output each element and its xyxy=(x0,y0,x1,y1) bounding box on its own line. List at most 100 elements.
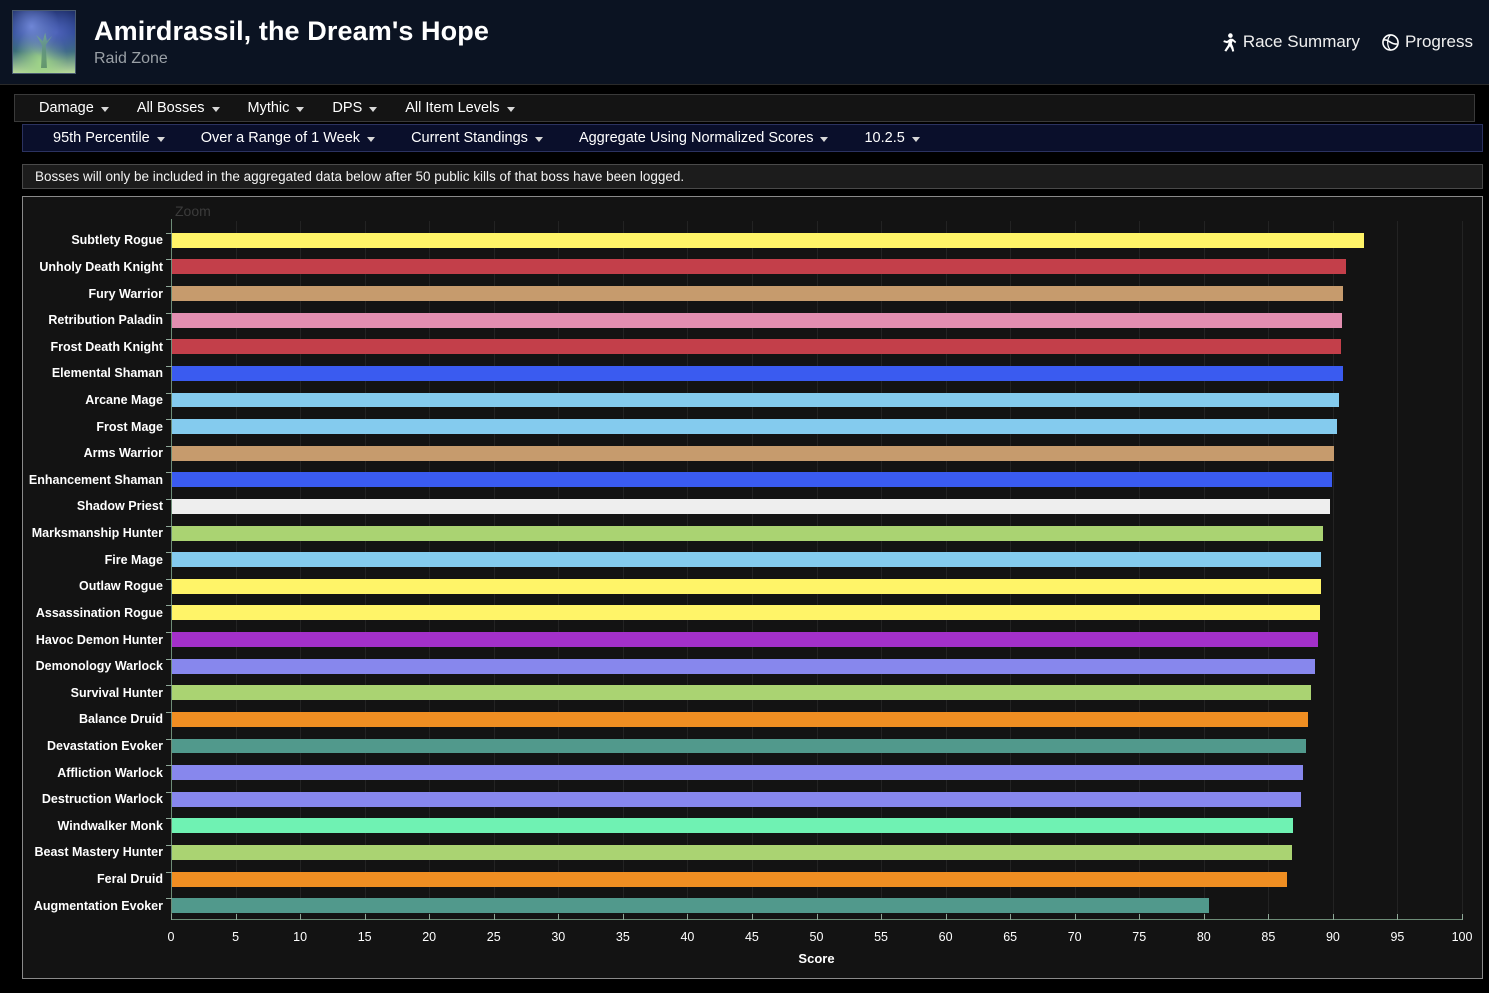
bar-row[interactable]: Havoc Demon Hunter xyxy=(36,626,1462,653)
bar[interactable] xyxy=(172,791,1301,807)
race-summary-link[interactable]: Race Summary xyxy=(1222,32,1360,52)
bar[interactable] xyxy=(172,525,1323,541)
bar[interactable] xyxy=(172,711,1309,727)
x-tick xyxy=(816,914,818,920)
bar[interactable] xyxy=(172,392,1340,408)
x-tick-label: 90 xyxy=(1325,930,1340,944)
chevron-down-icon xyxy=(506,106,515,112)
bar-row[interactable]: Fury Warrior xyxy=(88,280,1462,307)
page-root: Amirdrassil, the Dream's Hope Raid Zone … xyxy=(0,0,1489,993)
globe-icon xyxy=(1382,33,1399,51)
bar[interactable] xyxy=(172,898,1210,914)
bar[interactable] xyxy=(172,498,1331,514)
gridline xyxy=(1462,221,1463,920)
bar-row[interactable]: Destruction Warlock xyxy=(42,786,1462,813)
x-tick-label: 0 xyxy=(167,930,175,944)
bar[interactable] xyxy=(172,232,1364,248)
y-axis-label: Affliction Warlock xyxy=(57,765,163,780)
filter-metric[interactable]: DPS xyxy=(318,100,391,116)
bar-row[interactable]: Outlaw Rogue xyxy=(79,573,1462,600)
filter-aggregation[interactable]: Aggregate Using Normalized Scores xyxy=(561,130,847,146)
filter-patch-version-label: 10.2.5 xyxy=(864,130,905,146)
filter-all-bosses-label: All Bosses xyxy=(136,100,205,116)
bar-row[interactable]: Enhancement Shaman xyxy=(29,467,1462,494)
progress-link[interactable]: Progress xyxy=(1382,32,1473,52)
bar-row[interactable]: Devastation Evoker xyxy=(47,733,1462,760)
filter-damage[interactable]: Damage xyxy=(25,100,123,116)
bar[interactable] xyxy=(172,472,1332,488)
bar[interactable] xyxy=(172,871,1287,887)
x-tick-label: 20 xyxy=(422,930,437,944)
race-summary-label: Race Summary xyxy=(1242,32,1360,51)
y-tick xyxy=(166,791,172,793)
bar[interactable] xyxy=(172,259,1346,275)
bar-row[interactable]: Frost Death Knight xyxy=(51,333,1462,360)
x-tick xyxy=(171,914,172,920)
bar[interactable] xyxy=(172,365,1344,381)
filter-aggregation-label: Aggregate Using Normalized Scores xyxy=(578,130,814,146)
y-tick xyxy=(166,871,172,873)
aggregation-notice-text: Bosses will only be included in the aggr… xyxy=(35,169,685,184)
bar[interactable] xyxy=(172,844,1292,860)
x-tick xyxy=(1074,914,1076,920)
filter-patch-version[interactable]: 10.2.5 xyxy=(846,130,937,146)
bar-row[interactable]: Unholy Death Knight xyxy=(39,254,1462,281)
bar-row[interactable]: Demonology Warlock xyxy=(36,653,1462,680)
x-tick-label: 10 xyxy=(293,930,308,944)
x-tick-label: 60 xyxy=(938,930,953,944)
filter-item-levels[interactable]: All Item Levels xyxy=(391,100,528,116)
bar-row[interactable]: Retribution Paladin xyxy=(48,307,1462,334)
y-axis-label: Survival Hunter xyxy=(70,685,163,700)
y-tick xyxy=(166,552,172,554)
filter-standings-label: Current Standings xyxy=(411,130,528,146)
bar-row[interactable]: Feral Druid xyxy=(97,866,1462,893)
bar[interactable] xyxy=(172,312,1343,328)
raid-zone-thumbnail xyxy=(12,10,76,74)
y-axis-label: Destruction Warlock xyxy=(41,791,163,806)
bar[interactable] xyxy=(172,578,1322,594)
y-tick xyxy=(166,765,172,767)
bar[interactable] xyxy=(172,445,1335,461)
filter-difficulty[interactable]: Mythic xyxy=(234,100,319,116)
bar[interactable] xyxy=(172,339,1341,355)
bar-row[interactable]: Balance Druid xyxy=(79,706,1462,733)
bar[interactable] xyxy=(172,658,1315,674)
bar[interactable] xyxy=(172,765,1304,781)
bar-row[interactable]: Elemental Shaman xyxy=(52,360,1462,387)
bar-row[interactable]: Survival Hunter xyxy=(71,679,1462,706)
x-tick xyxy=(1139,914,1141,920)
bar[interactable] xyxy=(172,605,1321,621)
bar[interactable] xyxy=(172,632,1318,647)
bar-row[interactable]: Frost Mage xyxy=(96,413,1462,440)
bar[interactable] xyxy=(172,419,1337,435)
bar-row[interactable]: Subtlety Rogue xyxy=(71,227,1462,254)
x-tick-label: 75 xyxy=(1132,930,1147,944)
zone-title-block: Amirdrassil, the Dream's Hope Raid Zone xyxy=(94,15,489,70)
y-axis-label: Arcane Mage xyxy=(85,392,163,407)
bar-row[interactable]: Affliction Warlock xyxy=(57,759,1462,786)
bar-row[interactable]: Shadow Priest xyxy=(77,493,1462,520)
filter-percentile[interactable]: 95th Percentile xyxy=(35,130,183,146)
y-tick xyxy=(166,445,172,447)
y-axis-label: Balance Druid xyxy=(78,712,163,727)
chevron-down-icon xyxy=(369,106,378,112)
filter-standings[interactable]: Current Standings xyxy=(393,130,561,146)
bar-row[interactable]: Marksmanship Hunter xyxy=(32,520,1462,547)
bar[interactable] xyxy=(172,286,1344,301)
bar-row[interactable]: Arcane Mage xyxy=(85,387,1462,414)
bar-row[interactable]: Arms Warrior xyxy=(84,440,1462,467)
filter-all-bosses[interactable]: All Bosses xyxy=(123,100,234,116)
bar[interactable] xyxy=(172,738,1306,754)
bar-row[interactable]: Beast Mastery Hunter xyxy=(34,839,1462,866)
bar-row[interactable]: Windwalker Monk xyxy=(58,813,1462,840)
y-axis-label: Shadow Priest xyxy=(76,499,163,514)
y-tick xyxy=(166,259,172,261)
bar-row[interactable]: Assassination Rogue xyxy=(36,600,1462,627)
bar-row[interactable]: Fire Mage xyxy=(105,546,1462,573)
x-tick xyxy=(1332,914,1334,920)
x-tick-label: 85 xyxy=(1261,930,1276,944)
filter-time-range[interactable]: Over a Range of 1 Week xyxy=(183,130,393,146)
bar[interactable] xyxy=(172,818,1293,834)
bar[interactable] xyxy=(172,685,1312,701)
bar[interactable] xyxy=(172,552,1322,568)
